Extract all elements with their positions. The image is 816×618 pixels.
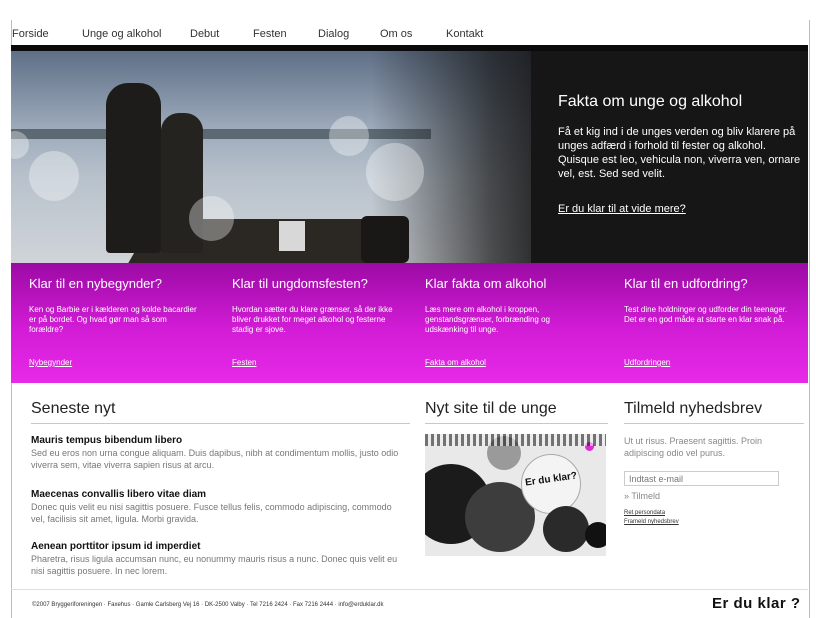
newsletter-heading: Tilmeld nyhedsbrev	[624, 400, 763, 417]
hero-text: Få et kig ind i de unges verden og bliv …	[558, 126, 801, 180]
feature-title: Klar til en nybegynder?	[29, 276, 162, 291]
site-heading: Nyt site til de unge	[425, 400, 557, 417]
feature-link[interactable]: Festen	[232, 358, 256, 367]
email-field[interactable]	[624, 471, 779, 486]
footer-text: ©2007 Bryggeriforeningen · Faxehus · Gam…	[32, 602, 384, 608]
site-divider	[425, 423, 608, 424]
logo-text-b: klar ?	[757, 595, 801, 612]
news-item-title[interactable]: Aenean porttitor ipsum id imperdiet	[31, 541, 200, 552]
news-item-text: Pharetra, risus ligula accumsan nunc, eu…	[31, 554, 398, 576]
page: Forside Unge og alkohol Debut Festen Dia…	[0, 0, 816, 618]
nav-debut[interactable]: Debut	[190, 28, 219, 40]
feature-link[interactable]: Nybegynder	[29, 358, 72, 367]
unsubscribe-link[interactable]: Frameld nyhedsbrev	[624, 519, 679, 525]
feature-text: Ken og Barbie er i kælderen og kolde bac…	[29, 305, 197, 334]
feature-ungdomsfesten: Klar til ungdomsfesten? Hvordan sætter d…	[232, 276, 402, 367]
news-item-title[interactable]: Mauris tempus bibendum libero	[31, 435, 182, 446]
nav-kontakt[interactable]: Kontakt	[446, 28, 483, 40]
site-logo[interactable]: Er du klar ?	[712, 595, 801, 612]
news-item-text: Sed eu eros non urna congue aliquam. Dui…	[31, 448, 399, 470]
newsletter-divider	[624, 423, 804, 424]
decor-bubble	[366, 143, 424, 201]
decor-bubble	[29, 151, 79, 201]
news-heading: Seneste nyt	[31, 400, 116, 417]
decor-bubble	[189, 196, 234, 241]
decor-bubble	[329, 116, 369, 156]
feature-text: Læs mere om alkohol i kroppen, genstands…	[425, 305, 550, 334]
feature-udfordring: Klar til en udfordring? Test dine holdni…	[624, 276, 794, 367]
nav-forside[interactable]: Forside	[12, 28, 49, 40]
nav-dialog[interactable]: Dialog	[318, 28, 349, 40]
hero-photo-adult	[106, 83, 161, 253]
edit-personal-data-link[interactable]: Ret persondata	[624, 510, 665, 516]
news-item-title[interactable]: Maecenas convallis libero vitae diam	[31, 489, 206, 500]
main-nav: Forside Unge og alkohol Debut Festen Dia…	[11, 22, 808, 44]
nav-unge-og-alkohol[interactable]: Unge og alkohol	[82, 28, 162, 40]
collage-circle	[585, 522, 606, 548]
hero-link[interactable]: Er du klar til at vide mere?	[558, 203, 686, 215]
logo-text-a: Er du	[712, 595, 753, 612]
nav-om-os[interactable]: Om os	[380, 28, 412, 40]
hero-photo-bucket	[279, 221, 305, 251]
site-collage-image[interactable]: Er du klar?	[425, 434, 606, 556]
collage-strip	[425, 434, 606, 446]
footer-divider	[11, 589, 808, 590]
nav-festen[interactable]: Festen	[253, 28, 287, 40]
feature-nybegynder: Klar til en nybegynder? Ken og Barbie er…	[29, 276, 199, 367]
feature-fakta: Klar fakta om alkohol Læs mere om alkoho…	[425, 276, 595, 367]
feature-title: Klar fakta om alkohol	[425, 276, 547, 291]
feature-link[interactable]: Fakta om alkohol	[425, 358, 486, 367]
feature-text: Test dine holdninger og udforder din tee…	[624, 305, 788, 324]
feature-text: Hvordan sætter du klare grænser, så der …	[232, 305, 393, 334]
feature-title: Klar til ungdomsfesten?	[232, 276, 368, 291]
feature-link[interactable]: Udfordringen	[624, 358, 670, 367]
feature-title: Klar til en udfordring?	[624, 276, 748, 291]
news-item-text: Donec quis velit eu nisi sagittis posuer…	[31, 502, 392, 524]
newsletter-text: Ut ut risus. Praesent sagittis. Proin ad…	[624, 436, 763, 458]
news-divider	[31, 423, 410, 424]
collage-circle	[543, 506, 589, 552]
hero-title: Fakta om unge og alkohol	[558, 93, 743, 110]
subscribe-button[interactable]: » Tilmeld	[624, 491, 660, 501]
